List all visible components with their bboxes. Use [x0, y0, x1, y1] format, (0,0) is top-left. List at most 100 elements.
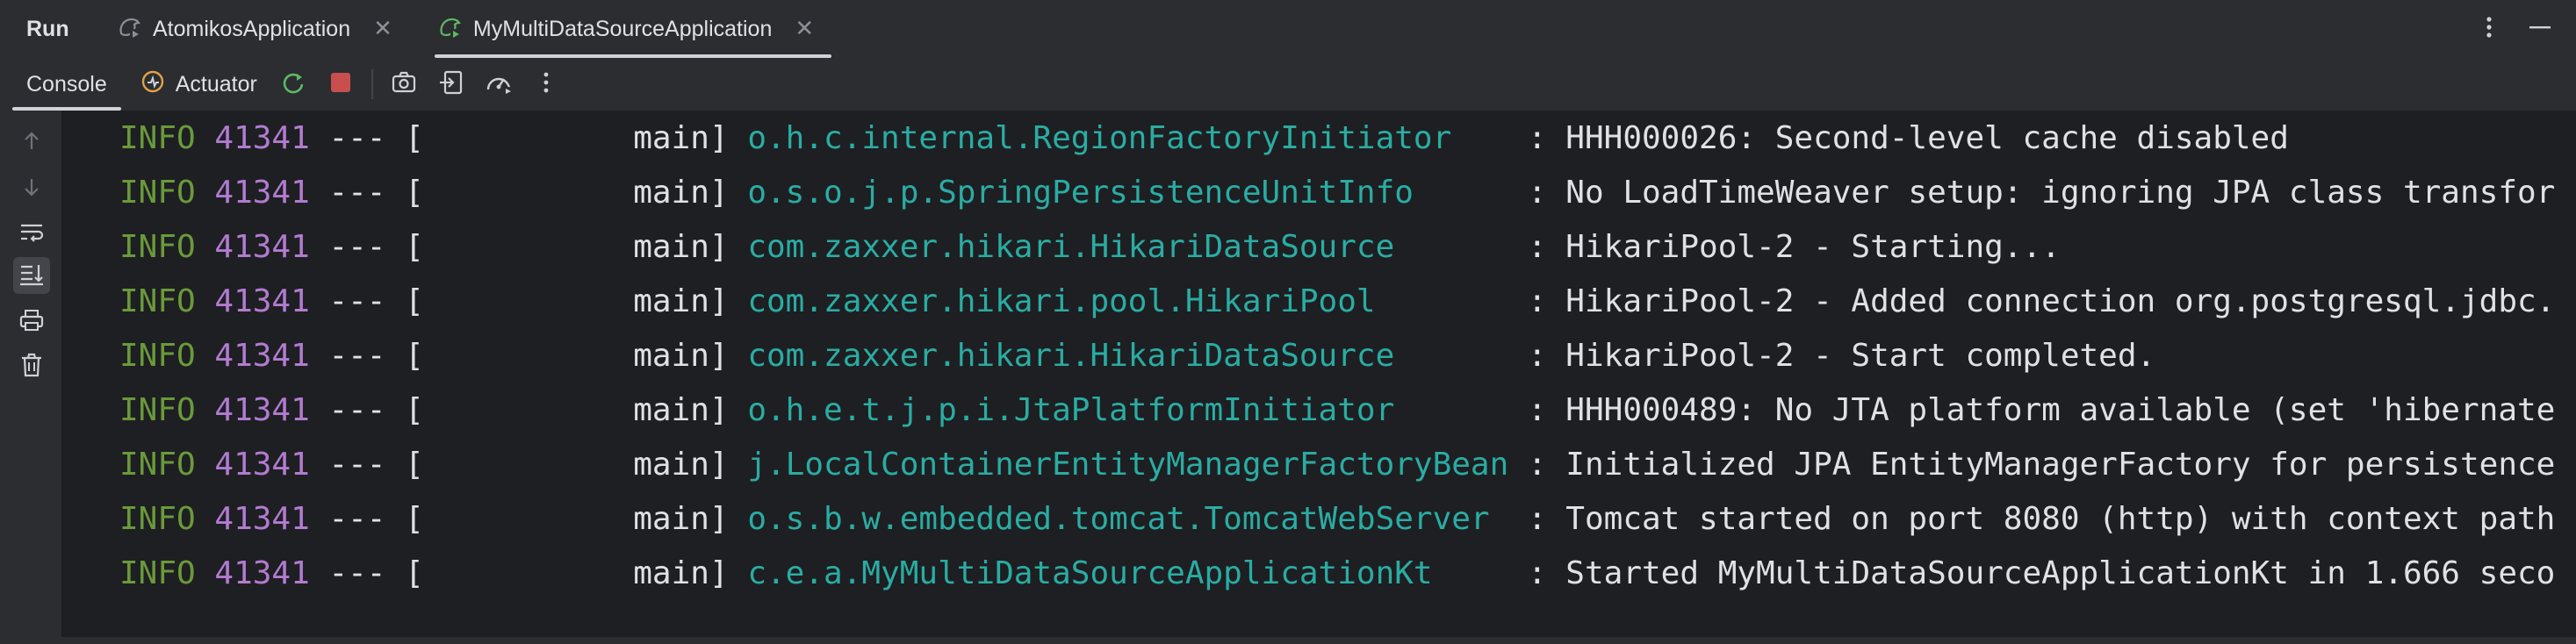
log-pid: 41341: [214, 555, 310, 591]
tab-label: MyMultiDataSourceApplication: [472, 16, 773, 41]
restore-layout-button[interactable]: [432, 65, 471, 104]
print-button[interactable]: [13, 304, 50, 340]
log-separator: ---: [328, 229, 386, 265]
screenshot-button[interactable]: [385, 65, 423, 104]
log-thread: [ main]: [405, 555, 729, 591]
log-line: INFO 41341 --- [ main] com.zaxxer.hikari…: [119, 228, 2061, 267]
log-level: INFO: [119, 283, 196, 319]
log-level: INFO: [119, 338, 196, 374]
arrow-down-icon: [20, 175, 43, 202]
log-pid: 41341: [214, 501, 310, 537]
log-logger[interactable]: c.e.a.MyMultiDataSourceApplicationKt: [747, 555, 1508, 591]
log-line: INFO 41341 --- [ main] o.h.e.t.j.p.i.Jta…: [119, 391, 2555, 430]
minimize-icon[interactable]: [2527, 14, 2553, 44]
rerun-button[interactable]: [274, 65, 313, 104]
log-message: : HikariPool-2 - Starting...: [1508, 229, 2061, 265]
bottom-border: [0, 637, 2576, 644]
log-pid: 41341: [214, 447, 310, 483]
log-logger[interactable]: o.h.e.t.j.p.i.JtaPlatformInitiator: [747, 392, 1508, 428]
log-message: : Started MyMultiDataSourceApplicationKt…: [1508, 555, 2556, 591]
log-logger[interactable]: com.zaxxer.hikari.HikariDataSource: [747, 229, 1508, 265]
log-level: INFO: [119, 175, 196, 211]
arrow-up-icon: [20, 130, 43, 156]
log-logger[interactable]: com.zaxxer.hikari.HikariDataSource: [747, 338, 1508, 374]
log-line: INFO 41341 --- [ main] com.zaxxer.hikari…: [119, 337, 2155, 376]
log-logger[interactable]: j.LocalContainerEntityManagerFactoryBean: [747, 447, 1508, 483]
spring-boot-run-icon: [116, 14, 142, 44]
soft-wrap-icon: [18, 221, 45, 247]
more-vertical-icon[interactable]: [2478, 14, 2500, 44]
log-level: INFO: [119, 555, 196, 591]
tab-label: Actuator: [175, 71, 257, 97]
gauge-icon: [484, 68, 514, 100]
log-logger[interactable]: o.s.b.w.embedded.tomcat.TomcatWebServer: [747, 501, 1508, 537]
console-output[interactable]: INFO 41341 --- [ main] o.h.c.internal.Re…: [61, 111, 2576, 637]
log-pid: 41341: [214, 229, 310, 265]
run-tool-window: Run AtomikosApplication ✕ MyMultiDataSou…: [0, 0, 2576, 644]
trash-icon: [19, 352, 44, 382]
log-pid: 41341: [214, 120, 310, 156]
exit-icon: [437, 68, 465, 100]
tab-my-multi-datasource-application[interactable]: MyMultiDataSourceApplication ✕: [434, 0, 832, 58]
scroll-up-button[interactable]: [13, 125, 50, 161]
log-line: INFO 41341 --- [ main] o.s.o.j.p.SpringP…: [119, 174, 2555, 212]
console-toolbar: Console Actuator: [0, 58, 2576, 111]
run-tabs-bar: Run AtomikosApplication ✕ MyMultiDataSou…: [0, 0, 2576, 58]
more-actions-button[interactable]: [527, 65, 565, 104]
spring-boot-run-icon: [436, 14, 463, 44]
log-message: : HikariPool-2 - Start completed.: [1508, 338, 2156, 374]
log-level: INFO: [119, 229, 196, 265]
log-separator: ---: [328, 555, 386, 591]
log-separator: ---: [328, 175, 386, 211]
console-gutter: [0, 111, 61, 637]
log-pid: 41341: [214, 283, 310, 319]
log-thread: [ main]: [405, 392, 729, 428]
scroll-down-button[interactable]: [13, 170, 50, 207]
tab-atomikos-application[interactable]: AtomikosApplication ✕: [114, 0, 410, 58]
log-message: : HHH000489: No JTA platform available (…: [1508, 392, 2556, 428]
tab-actuator[interactable]: Actuator: [133, 58, 270, 111]
log-thread: [ main]: [405, 120, 729, 156]
log-thread: [ main]: [405, 229, 729, 265]
log-pid: 41341: [214, 175, 310, 211]
scroll-to-end-button[interactable]: [13, 257, 50, 294]
log-line: INFO 41341 --- [ main] o.s.b.w.embedded.…: [119, 500, 2555, 539]
log-message: : Initialized JPA EntityManagerFactory f…: [1508, 447, 2556, 483]
stop-icon: [327, 69, 354, 99]
log-level: INFO: [119, 120, 196, 156]
log-logger[interactable]: o.s.o.j.p.SpringPersistenceUnitInfo: [747, 175, 1508, 211]
tab-console[interactable]: Console: [0, 58, 133, 111]
close-icon[interactable]: ✕: [373, 18, 392, 40]
print-icon: [18, 308, 45, 336]
log-line: INFO 41341 --- [ main] j.LocalContainerE…: [119, 446, 2555, 484]
scroll-to-end-icon: [18, 261, 45, 290]
log-message: : Tomcat started on port 8080 (http) wit…: [1508, 501, 2556, 537]
log-line: INFO 41341 --- [ main] com.zaxxer.hikari…: [119, 283, 2555, 321]
actuator-icon: [139, 68, 167, 102]
log-logger[interactable]: o.h.c.internal.RegionFactoryInitiator: [747, 120, 1508, 156]
stop-button[interactable]: [321, 65, 360, 104]
log-thread: [ main]: [405, 447, 729, 483]
close-icon[interactable]: ✕: [795, 18, 814, 40]
toolbar-separator: [371, 69, 373, 99]
log-line: INFO 41341 --- [ main] o.h.c.internal.Re…: [119, 119, 2289, 158]
soft-wrap-button[interactable]: [13, 216, 50, 253]
profiler-button[interactable]: [479, 65, 518, 104]
log-message: : HikariPool-2 - Added connection org.po…: [1508, 283, 2556, 319]
camera-icon: [390, 68, 418, 100]
more-vertical-icon: [537, 69, 555, 99]
log-pid: 41341: [214, 338, 310, 374]
clear-all-button[interactable]: [13, 348, 50, 385]
log-message: : HHH000026: Second-level cache disabled: [1508, 120, 2289, 156]
log-line: INFO 41341 --- [ main] c.e.a.MyMultiData…: [119, 555, 2555, 593]
log-logger[interactable]: com.zaxxer.hikari.pool.HikariPool: [747, 283, 1508, 319]
log-separator: ---: [328, 501, 386, 537]
log-separator: ---: [328, 120, 386, 156]
log-level: INFO: [119, 447, 196, 483]
log-separator: ---: [328, 392, 386, 428]
log-separator: ---: [328, 447, 386, 483]
log-level: INFO: [119, 392, 196, 428]
log-pid: 41341: [214, 392, 310, 428]
log-level: INFO: [119, 501, 196, 537]
log-thread: [ main]: [405, 283, 729, 319]
